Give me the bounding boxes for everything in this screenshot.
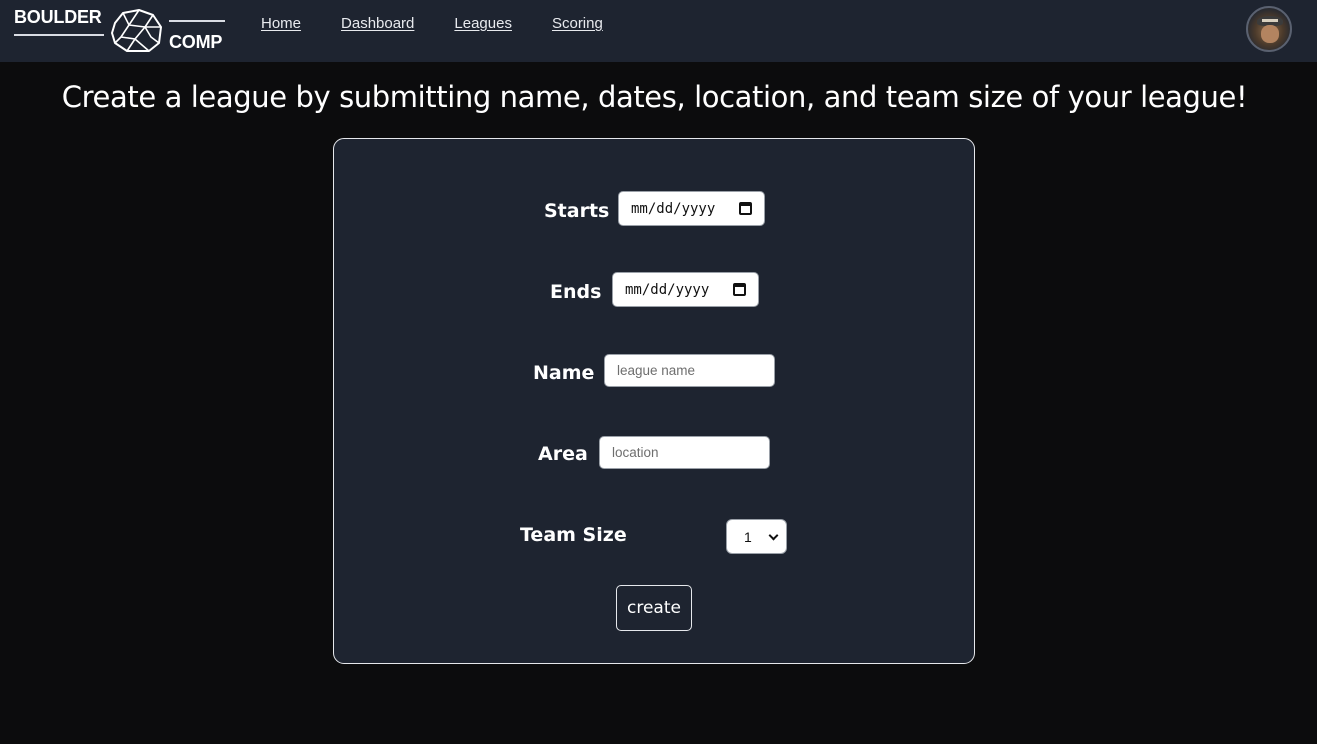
area-input[interactable]	[599, 436, 770, 469]
nav-link-dashboard[interactable]: Dashboard	[341, 15, 414, 32]
area-label: Area	[538, 443, 588, 465]
start-date-value: mm/dd/yyyy	[631, 200, 716, 217]
ends-label: Ends	[550, 281, 602, 303]
team-size-value: 1	[744, 528, 752, 545]
nav-link-leagues[interactable]: Leagues	[454, 15, 512, 32]
team-size-label: Team Size	[520, 524, 627, 546]
avatar-hat-band	[1262, 19, 1278, 22]
calendar-icon[interactable]	[739, 202, 752, 215]
starts-label: Starts	[544, 200, 610, 222]
top-navbar: BOULDER COMP Home Dashboard Leagues Scor…	[0, 0, 1317, 62]
chevron-down-icon	[768, 530, 779, 541]
nav-link-scoring[interactable]: Scoring	[552, 15, 603, 32]
end-date-input[interactable]: mm/dd/yyyy	[612, 272, 759, 307]
logo-divider-left	[14, 34, 104, 36]
logo-divider-right	[169, 20, 225, 22]
calendar-icon[interactable]	[733, 283, 746, 296]
brand-word-boulder: BOULDER	[14, 7, 102, 27]
page-title: Create a league by submitting name, date…	[61, 80, 1248, 114]
brand-word-comp: COMP	[169, 32, 223, 52]
end-date-value: mm/dd/yyyy	[625, 281, 710, 298]
rock-logo-icon	[111, 9, 162, 52]
avatar-face	[1261, 25, 1279, 43]
start-date-input[interactable]: mm/dd/yyyy	[618, 191, 765, 226]
league-name-input[interactable]	[604, 354, 775, 387]
team-size-select[interactable]: 1	[726, 519, 787, 554]
user-avatar[interactable]	[1246, 6, 1292, 52]
main-nav: Home Dashboard Leagues Scoring	[261, 15, 603, 32]
create-button[interactable]: create	[616, 585, 692, 631]
create-league-form: Starts mm/dd/yyyy Ends mm/dd/yyyy Name A…	[333, 138, 975, 664]
nav-link-home[interactable]: Home	[261, 15, 301, 32]
name-label: Name	[533, 362, 595, 384]
brand-logo[interactable]: BOULDER COMP	[14, 6, 228, 54]
